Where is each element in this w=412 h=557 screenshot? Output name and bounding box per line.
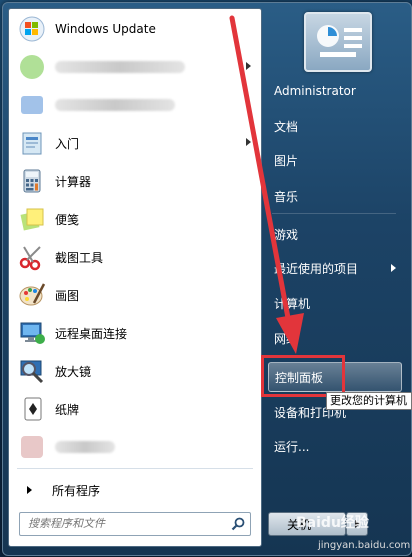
solitaire-icon <box>17 394 47 424</box>
triangle-right-icon <box>27 486 32 494</box>
program-label: 计算器 <box>55 174 92 189</box>
menu-music[interactable]: 音乐 <box>268 181 402 211</box>
separator <box>17 468 253 469</box>
remote-desktop-icon <box>17 318 47 348</box>
blurred-label <box>55 61 185 73</box>
pictures-label: 图片 <box>274 153 299 168</box>
recent-label: 最近使用的项目 <box>274 261 359 276</box>
program-label: Windows Update <box>55 22 156 36</box>
programs-pane: Windows Update 入门 计算器 便笺 截图工具 画图 远程桌面连接 … <box>8 8 262 547</box>
user-picture-icon <box>317 25 362 57</box>
program-label: 画图 <box>55 288 80 303</box>
watermark-logo: Baidu经验 <box>296 515 369 531</box>
program-label: 便笺 <box>55 212 80 227</box>
program-label: 入门 <box>55 136 80 151</box>
menu-pictures[interactable]: 图片 <box>268 145 402 175</box>
submenu-arrow-icon <box>246 138 251 146</box>
blurred-label <box>55 99 175 111</box>
program-blurred-3[interactable] <box>11 429 257 465</box>
menu-documents[interactable]: 文档 <box>268 111 402 141</box>
all-programs-label: 所有程序 <box>52 483 101 498</box>
games-label: 游戏 <box>274 227 299 242</box>
search-icon[interactable] <box>230 516 246 532</box>
program-blurred-1[interactable] <box>11 49 257 85</box>
program-label: 截图工具 <box>55 250 104 265</box>
program-blurred-2[interactable] <box>11 87 257 123</box>
run-label: 运行... <box>274 439 310 454</box>
control-panel-tooltip: 更改您的计算机 <box>326 392 412 410</box>
windows-update-icon <box>17 14 47 44</box>
separator <box>272 213 396 214</box>
search-box[interactable] <box>19 512 251 536</box>
watermark-url: jingyan.baidu.com <box>318 540 411 551</box>
network-label: 网络 <box>274 331 299 346</box>
computer-label: 计算机 <box>274 296 311 311</box>
submenu-arrow-icon <box>391 264 396 272</box>
program-paint[interactable]: 画图 <box>11 277 257 313</box>
program-calculator[interactable]: 计算器 <box>11 163 257 199</box>
menu-computer[interactable]: 计算机 <box>268 288 402 318</box>
menu-network[interactable]: 网络 <box>268 323 402 353</box>
program-windows-update[interactable]: Windows Update <box>11 11 257 47</box>
program-sticky-notes[interactable]: 便笺 <box>11 201 257 237</box>
user-picture[interactable] <box>304 12 372 72</box>
user-name-label: Administrator <box>274 84 356 98</box>
program-magnifier[interactable]: 放大镜 <box>11 353 257 389</box>
menu-recent-items[interactable]: 最近使用的项目 <box>268 253 402 283</box>
annotation-highlight-box <box>261 355 345 397</box>
calculator-icon <box>17 166 47 196</box>
program-getting-started[interactable]: 入门 <box>11 125 257 161</box>
documents-label: 文档 <box>274 119 299 134</box>
search-input[interactable] <box>20 513 218 533</box>
blurred-label <box>55 441 115 453</box>
menu-games[interactable]: 游戏 <box>268 219 402 249</box>
snipping-tool-icon <box>17 242 47 272</box>
program-snipping-tool[interactable]: 截图工具 <box>11 239 257 275</box>
program-label: 放大镜 <box>55 364 92 379</box>
paint-icon <box>17 280 47 310</box>
blurred-app-icon <box>17 52 47 82</box>
user-name[interactable]: Administrator <box>268 76 402 106</box>
blurred-app-icon <box>17 90 47 120</box>
program-solitaire[interactable]: 纸牌 <box>11 391 257 427</box>
program-remote-desktop[interactable]: 远程桌面连接 <box>11 315 257 351</box>
all-programs-button[interactable]: 所有程序 <box>9 476 261 504</box>
program-label: 远程桌面连接 <box>55 326 128 341</box>
getting-started-icon <box>17 128 47 158</box>
submenu-arrow-icon <box>246 62 251 70</box>
magnifier-icon <box>17 356 47 386</box>
blurred-app-icon <box>17 432 47 462</box>
sticky-notes-icon <box>17 204 47 234</box>
menu-run[interactable]: 运行... <box>268 431 402 461</box>
music-label: 音乐 <box>274 189 299 204</box>
program-label: 纸牌 <box>55 402 80 417</box>
